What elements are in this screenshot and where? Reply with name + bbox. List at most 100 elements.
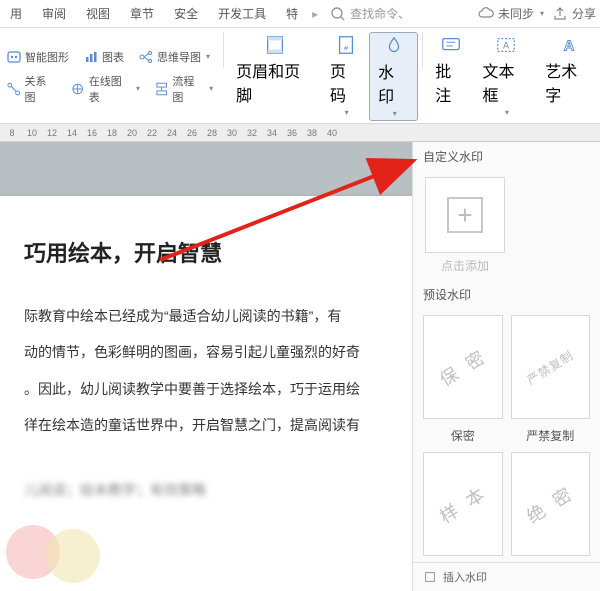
ruler-tick: 34 — [262, 128, 282, 138]
menu-tab[interactable]: 用 — [0, 0, 32, 27]
watermark-text: 保 密 — [434, 342, 492, 392]
smart-shape-icon — [6, 49, 22, 65]
custom-watermark-header: 自定义水印 — [413, 142, 600, 171]
menu-tab[interactable]: 开发工具 — [208, 0, 276, 27]
mindmap-label: 思维导图 — [157, 49, 201, 65]
cloud-icon — [478, 6, 494, 22]
textbox-button[interactable]: A 文本框▾ — [474, 32, 537, 121]
add-watermark-label: 点击添加 — [425, 257, 505, 274]
footer-label: 插入水印 — [443, 569, 487, 585]
document-paragraph[interactable]: 儿阅读；绘本教学；有效策略 — [24, 472, 388, 508]
preset-label: 保密 — [423, 427, 503, 444]
ruler-tick: 14 — [62, 128, 82, 138]
online-chart-icon — [70, 81, 85, 97]
smart-shape-label: 智能图形 — [25, 49, 69, 65]
horizontal-ruler[interactable]: 8 10 12 14 16 18 20 22 24 26 28 30 32 34… — [0, 124, 600, 142]
search-box[interactable]: 查找命令、 — [330, 5, 410, 22]
preset-watermark[interactable]: 严禁复制 — [511, 315, 591, 419]
watermark-panel: 自定义水印 + 点击添加 预设水印 保 密 严禁复制 保密 严禁复制 样 本 绝… — [412, 142, 600, 591]
plus-icon: + — [447, 197, 483, 233]
add-watermark-button[interactable]: + — [425, 177, 505, 253]
ruler-tick: 36 — [282, 128, 302, 138]
page-number-label: 页码 — [330, 58, 361, 106]
chevron-down-icon: ▾ — [540, 9, 544, 18]
document-area[interactable]: 巧用绘本，开启智慧 际教育中绘本已经成为“最适合幼儿阅读的书籍”，有 动的情节，… — [0, 142, 412, 591]
online-chart-label: 在线图表 — [89, 73, 131, 105]
page-number-button[interactable]: # 页码▾ — [322, 32, 369, 121]
watermark-text: 样 本 — [434, 479, 492, 529]
search-icon — [330, 6, 346, 22]
annotation-button[interactable]: 批注 — [427, 32, 474, 121]
separator — [223, 32, 224, 68]
chevron-down-icon: ▾ — [505, 108, 509, 117]
sync-button[interactable]: 未同步 ▾ — [478, 5, 552, 22]
insert-icon — [423, 570, 437, 584]
menu-tab[interactable]: 章节 — [120, 0, 164, 27]
preset-watermark[interactable]: 绝 密 — [511, 452, 591, 556]
chart-button[interactable]: 图表 — [77, 47, 130, 67]
watermark-button[interactable]: 水印▾ — [369, 32, 418, 121]
document-paragraph[interactable]: 徉在绘本造的童话世界中，开启智慧之门，提高阅读有 — [24, 407, 388, 443]
wordart-button[interactable]: A 艺术字 — [537, 32, 600, 121]
wordart-icon: A — [558, 34, 580, 56]
relation-button[interactable]: 关系图 — [0, 71, 62, 107]
menu-tab[interactable]: 审阅 — [32, 0, 76, 27]
share-icon — [552, 6, 568, 22]
document-title[interactable]: 巧用绘本，开启智慧 — [24, 236, 388, 268]
chart-label: 图表 — [102, 49, 124, 65]
ruler-tick: 8 — [2, 128, 22, 138]
header-footer-icon — [264, 34, 286, 56]
annotation-icon — [440, 34, 462, 56]
ruler-tick: 28 — [202, 128, 222, 138]
chevron-down-icon: ▾ — [206, 52, 210, 61]
svg-text:#: # — [344, 44, 349, 53]
ruler-tick: 40 — [322, 128, 342, 138]
relation-label: 关系图 — [24, 73, 56, 105]
preset-watermark[interactable]: 保 密 — [423, 315, 503, 419]
preset-label: 严禁复制 — [511, 427, 591, 444]
ruler-tick: 24 — [162, 128, 182, 138]
insert-watermark-footer[interactable]: 插入水印 — [413, 562, 600, 591]
menu-tab[interactable]: 安全 — [164, 0, 208, 27]
share-button[interactable]: 分享 — [552, 5, 600, 22]
watermark-text: 严禁复制 — [524, 346, 577, 388]
menu-tab[interactable]: 视图 — [76, 0, 120, 27]
mindmap-icon — [138, 49, 154, 65]
share-label: 分享 — [572, 5, 596, 22]
ruler-tick: 32 — [242, 128, 262, 138]
online-chart-button[interactable]: 在线图表▾ — [64, 71, 146, 107]
wordart-label: 艺术字 — [545, 58, 592, 106]
separator — [422, 32, 423, 68]
decorative-circle — [46, 529, 100, 583]
ruler-tick: 20 — [122, 128, 142, 138]
menu-tab[interactable]: 特 — [276, 0, 308, 27]
smart-shape-button[interactable]: 智能图形 — [0, 47, 75, 67]
ruler-tick: 18 — [102, 128, 122, 138]
ruler-tick: 38 — [302, 128, 322, 138]
page-number-icon: # — [335, 34, 357, 56]
ruler-tick: 16 — [82, 128, 102, 138]
ruler-tick: 22 — [142, 128, 162, 138]
document-paragraph[interactable]: 动的情节，色彩鲜明的图画，容易引起儿童强烈的好奇 — [24, 334, 388, 370]
svg-text:A: A — [563, 39, 574, 55]
document-paragraph[interactable]: 际教育中绘本已经成为“最适合幼儿阅读的书籍”，有 — [24, 298, 388, 334]
search-placeholder: 查找命令、 — [350, 5, 410, 22]
preset-watermark[interactable]: 样 本 — [423, 452, 503, 556]
sync-label: 未同步 — [498, 5, 534, 22]
ruler-tick: 30 — [222, 128, 242, 138]
document-paragraph[interactable]: 。因此，幼儿阅读教学中要善于选择绘本，巧于运用绘 — [24, 371, 388, 407]
flowchart-button[interactable]: 流程图▾ — [148, 71, 219, 107]
chevron-down-icon: ▾ — [393, 109, 397, 118]
flowchart-icon — [154, 81, 169, 97]
mindmap-button[interactable]: 思维导图 ▾ — [132, 47, 216, 67]
header-footer-button[interactable]: 页眉和页脚 — [228, 32, 322, 121]
watermark-text: 绝 密 — [521, 479, 579, 529]
ruler-tick: 12 — [42, 128, 62, 138]
chart-icon — [83, 49, 99, 65]
header-footer-label: 页眉和页脚 — [236, 58, 314, 106]
overflow-icon[interactable]: ▸ — [308, 7, 322, 21]
watermark-icon — [383, 35, 405, 57]
ruler-tick: 26 — [182, 128, 202, 138]
ribbon-toolbar: 智能图形 图表 思维导图▾ 关系图 在线图表▾ — [0, 28, 600, 124]
flowchart-label: 流程图 — [172, 73, 204, 105]
